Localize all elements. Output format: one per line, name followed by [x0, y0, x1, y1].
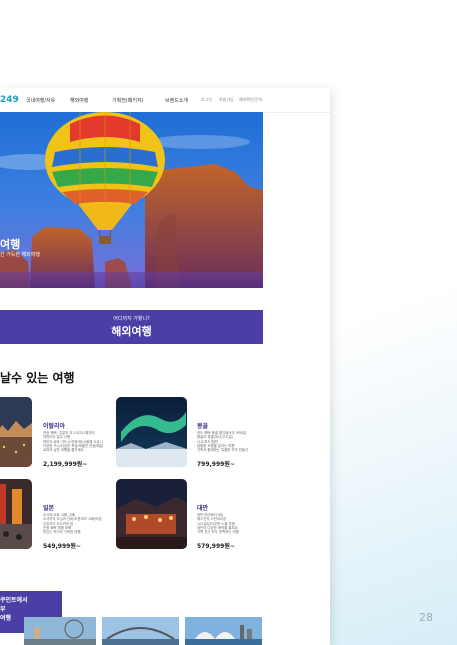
card-mongolia-name[interactable]: 몽골	[197, 421, 208, 430]
section-title: 날수 있는 여행	[0, 371, 75, 385]
desc-line: 맛있는 먹거리 가득한 여행	[43, 530, 81, 535]
card-italy-desc: 관광 혜택: 주말의 자 2022/2월까지 어떤아무 일주 사항 박미의 로마…	[43, 431, 113, 452]
card-italy-name[interactable]: 이탈리아	[43, 421, 65, 430]
signup-link[interactable]: 회원가입	[219, 97, 234, 103]
card-italy-price: 2,199,999원~	[43, 461, 88, 468]
card-mongolia-desc: 관도 혜택 몽골 할인에서의 3박4일 몽골의 특별(하나/고도일) 나고/푸드…	[197, 431, 267, 452]
promo-line: 부	[0, 606, 6, 613]
page-number: 28	[419, 611, 433, 624]
card-taiwan-name[interactable]: 대만	[197, 503, 208, 512]
desc-line: 가족 친구 모두 만족하는 여행	[197, 530, 239, 535]
logo[interactable]: 249	[0, 95, 19, 105]
top-navigation: 249 국내여행/자유 해외여행 기획전(패키지) 브랜드소개 로그인 회원가입…	[0, 88, 330, 113]
card-italy-image[interactable]	[0, 397, 32, 467]
page-screenshot: 249 국내여행/자유 해외여행 기획전(패키지) 브랜드소개 로그인 회원가입…	[0, 88, 330, 645]
bottom-image-2[interactable]	[102, 617, 179, 645]
desc-line: 가족과 함께하는 특별한 추억 만들기	[197, 448, 249, 453]
hero-title: 여행	[0, 238, 21, 251]
banner-title: 해외여행	[111, 325, 152, 338]
reservation-link[interactable]: 예약확인/문의	[239, 97, 262, 103]
bottom-image-3[interactable]	[185, 617, 262, 645]
card-japan-image[interactable]	[0, 479, 32, 549]
hero-image	[0, 112, 263, 288]
card-taiwan-price: 579,999원~	[197, 543, 235, 550]
card-mongolia-price: 799,999원~	[197, 461, 235, 468]
hero-banner: 여행 간 가득한 해외여행	[0, 112, 263, 288]
overseas-banner[interactable]: 어디까지 가봤니? 해외여행	[0, 310, 263, 344]
nav-item-overseas[interactable]: 해외여행	[70, 97, 88, 104]
card-taiwan-image[interactable]	[116, 479, 187, 549]
nav-item-brand[interactable]: 브랜드소개	[165, 97, 188, 104]
card-japan-name[interactable]: 일본	[43, 503, 54, 512]
bottom-image-1[interactable]	[24, 617, 96, 645]
hero-subtitle: 간 가득한 해외여행	[0, 252, 40, 258]
card-japan-desc: 오사카/교토 고베_고베 오사카의 도심과 난바/도톤보리 고베/야경 주방자가…	[43, 513, 113, 534]
desc-line: 로마의 낭만 여행을 즐기세요	[43, 448, 84, 453]
login-link[interactable]: 로그인	[201, 97, 212, 103]
card-taiwan-desc: 대만 타이베이 6일 예스진지 스린야시장 101빌딩/지우펀 노을 포함 대만…	[197, 513, 267, 534]
nav-item-package[interactable]: 기획전(패키지)	[112, 97, 144, 104]
card-japan-price: 549,999원~	[43, 543, 81, 550]
nav-item-domestic[interactable]: 국내여행/자유	[26, 97, 55, 104]
card-mongolia-image[interactable]	[116, 397, 187, 467]
promo-line: 쿠인트에서	[0, 597, 28, 604]
banner-caption: 어디까지 가봤니?	[113, 316, 150, 322]
